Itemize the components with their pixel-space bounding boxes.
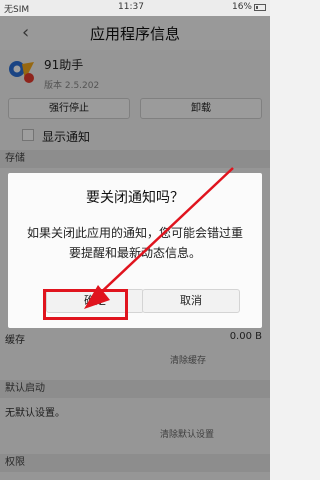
annotation-arrow-icon [84, 167, 234, 309]
